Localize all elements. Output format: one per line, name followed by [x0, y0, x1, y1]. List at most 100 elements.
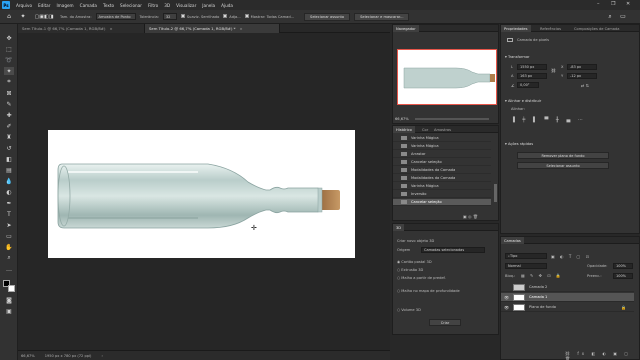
lasso-tool-icon[interactable]: ➰	[4, 56, 14, 64]
stamp-tool-icon[interactable]: ♜	[4, 133, 14, 141]
menu-camada[interactable]: Camada	[80, 3, 97, 8]
background-color-swatch[interactable]	[8, 285, 15, 292]
layer-row-background[interactable]: 👁 Plano de fundo 🔒	[501, 303, 634, 312]
photoshop-logo[interactable]: Ps	[2, 1, 10, 9]
menu-imagem[interactable]: Imagem	[56, 3, 73, 8]
layer-actions-icons[interactable]: ⛓ fx ◧ ◐ ▣ ▢ 🗑	[565, 351, 639, 360]
link-icon[interactable]: ⛓	[551, 68, 556, 73]
tolerance-input[interactable]: 32	[162, 13, 177, 20]
workspace-icon[interactable]: ▭	[618, 13, 628, 21]
layer-row-camada-1[interactable]: 👁 Camada 1	[501, 293, 634, 302]
layer-filter-icons[interactable]: ▣ ◐ T ▢ ⊡	[551, 254, 591, 259]
history-item[interactable]: Modalidades da Camada	[393, 167, 491, 175]
menu-janela[interactable]: Janela	[202, 3, 215, 8]
screen-mode-icon[interactable]: ▣	[4, 307, 14, 315]
history-item[interactable]: Cancelar seleção	[393, 159, 491, 167]
menu-arquivo[interactable]: Arquivo	[16, 3, 32, 8]
type-tool-icon[interactable]: T	[4, 210, 14, 218]
history-scrollbar[interactable]	[494, 184, 497, 202]
quick-mask-icon[interactable]: ◙	[4, 296, 14, 304]
menu-ajuda[interactable]: Ajuda	[221, 3, 233, 8]
tab-swatches[interactable]: Amostras	[431, 126, 454, 133]
history-item[interactable]: Inversão	[393, 191, 491, 199]
remove-background-button[interactable]: Remover plano de fundo	[517, 152, 609, 159]
close-tab-icon[interactable]: ×	[109, 26, 112, 31]
angle-input[interactable]: 0,00°	[517, 82, 539, 88]
tab-layer-comps[interactable]: Composições de Camada	[571, 25, 623, 32]
sample-size-select[interactable]: Amostra de Ponto	[95, 13, 136, 20]
selection-mode-icons[interactable]: ▢▣◧◨	[32, 13, 56, 21]
quick-actions-title[interactable]: ▾ Ações rápidas	[505, 142, 533, 146]
history-item[interactable]: Varinha Mágica	[393, 135, 491, 143]
visibility-eye-icon[interactable]: 👁	[504, 305, 509, 310]
tab-document-2[interactable]: Sem Título-2 @ 66,7% (Camada 1, RGB/8#) …	[145, 24, 280, 33]
healing-brush-tool-icon[interactable]: ✚	[4, 111, 14, 119]
search-icon[interactable]: ⌕	[605, 13, 615, 21]
3d-option-postcard[interactable]: ◉ Cartão postal 3D	[397, 260, 432, 264]
blend-mode-select[interactable]: Normal	[505, 263, 547, 269]
menu-filtro[interactable]: Filtro	[148, 3, 158, 8]
3d-option-depth-map[interactable]: ○ Malha no mapa de profundidade	[397, 289, 460, 293]
brush-tool-icon[interactable]: ✐	[4, 122, 14, 130]
minimize-button[interactable]: –	[597, 1, 600, 7]
document-canvas[interactable]	[48, 130, 355, 258]
close-window-button[interactable]: ✕	[626, 1, 630, 7]
history-actions-icons[interactable]: ▣ ◎ 🗑	[463, 214, 478, 219]
tab-color[interactable]: Cor	[419, 126, 431, 133]
navigator-preview[interactable]	[397, 49, 497, 105]
align-buttons-icons[interactable]: ▐ ╪ ▌ ▀ ╫ ▄ ⋯	[511, 117, 586, 123]
align-section-title[interactable]: ▾ Alinhar e distribuir	[505, 99, 541, 103]
fill-input[interactable]: 100%	[613, 273, 633, 279]
zoom-tool-icon[interactable]: ⌕	[4, 254, 14, 262]
tab-document-1[interactable]: Sem Título-1 @ 66,7% (Camada 1, RGB/8#) ×	[18, 24, 145, 33]
x-input[interactable]: -83 px	[567, 64, 597, 70]
hand-tool-icon[interactable]: ✋	[4, 243, 14, 251]
dodge-tool-icon[interactable]: ◐	[4, 188, 14, 196]
flip-icons[interactable]: ⇄ ⇅	[581, 83, 589, 88]
history-item-selected[interactable]: Cancelar seleção	[393, 199, 491, 207]
3d-option-volume[interactable]: ○ Volume 3D	[397, 308, 421, 312]
transform-section-title[interactable]: ▾ Transformar	[505, 55, 530, 59]
3d-create-button[interactable]: Criar	[429, 319, 461, 326]
zoom-level[interactable]: 66,67%	[21, 354, 35, 358]
history-item[interactable]: Arrastar	[393, 151, 491, 159]
navigator-zoom-slider[interactable]	[415, 118, 489, 120]
layer-filter-select[interactable]: ⌕ Tipo	[505, 253, 547, 259]
move-tool-icon[interactable]: ✥	[4, 34, 14, 42]
width-input[interactable]: 1550 px	[517, 64, 547, 70]
lock-icons[interactable]: ▦ ✎ ✥ ⊡ 🔒	[521, 273, 563, 278]
home-icon[interactable]: ⌂	[4, 13, 14, 21]
tab-3d[interactable]: 3D	[393, 224, 405, 231]
tab-properties[interactable]: Propriedades	[501, 25, 531, 32]
height-input[interactable]: 163 px	[517, 73, 547, 79]
history-item[interactable]: Modalidades da Camada	[393, 175, 491, 183]
tab-references[interactable]: Referências	[537, 25, 564, 32]
select-and-mask-button[interactable]: Selecionar e mascarar...	[354, 12, 410, 21]
status-arrow-icon[interactable]: ›	[101, 354, 102, 358]
layer-row-camada-2[interactable]: Camada 2	[501, 283, 634, 292]
shape-tool-icon[interactable]: ▭	[4, 232, 14, 240]
tab-history[interactable]: Histórico	[393, 126, 415, 133]
y-input[interactable]: -12 px	[567, 73, 597, 79]
3d-option-mesh-preset[interactable]: ○ Malha a partir de predef.	[397, 276, 446, 280]
select-subject-quick-button[interactable]: Selecionar assunto	[517, 162, 609, 169]
magic-wand-icon[interactable]: ✦	[18, 13, 28, 21]
blur-tool-icon[interactable]: 💧	[4, 177, 14, 185]
gradient-tool-icon[interactable]: ▤	[4, 166, 14, 174]
sample-all-checkbox[interactable]: Mostrar: Todas Camad...	[244, 14, 294, 19]
history-brush-tool-icon[interactable]: ↺	[4, 144, 14, 152]
close-tab-icon[interactable]: ×	[240, 26, 243, 31]
magic-wand-tool-icon[interactable]: ✦	[4, 67, 14, 75]
3d-option-extrusion[interactable]: ○ Extrusão 3D	[397, 268, 423, 272]
marquee-tool-icon[interactable]: ⬚	[4, 45, 14, 53]
visibility-eye-icon[interactable]: 👁	[504, 295, 509, 300]
tab-layers[interactable]: Camadas	[501, 237, 524, 244]
eraser-tool-icon[interactable]: ◧	[4, 155, 14, 163]
menu-visualizar[interactable]: Visualizar	[176, 3, 196, 8]
crop-tool-icon[interactable]: ⌗	[4, 78, 14, 86]
navigator-zoom-value[interactable]: 66,67%	[395, 117, 409, 121]
history-item[interactable]: Varinha Mágica	[393, 183, 491, 191]
path-selection-tool-icon[interactable]: ➤	[4, 221, 14, 229]
maximize-button[interactable]: ❐	[611, 1, 615, 7]
opacity-input[interactable]: 100%	[613, 263, 633, 269]
